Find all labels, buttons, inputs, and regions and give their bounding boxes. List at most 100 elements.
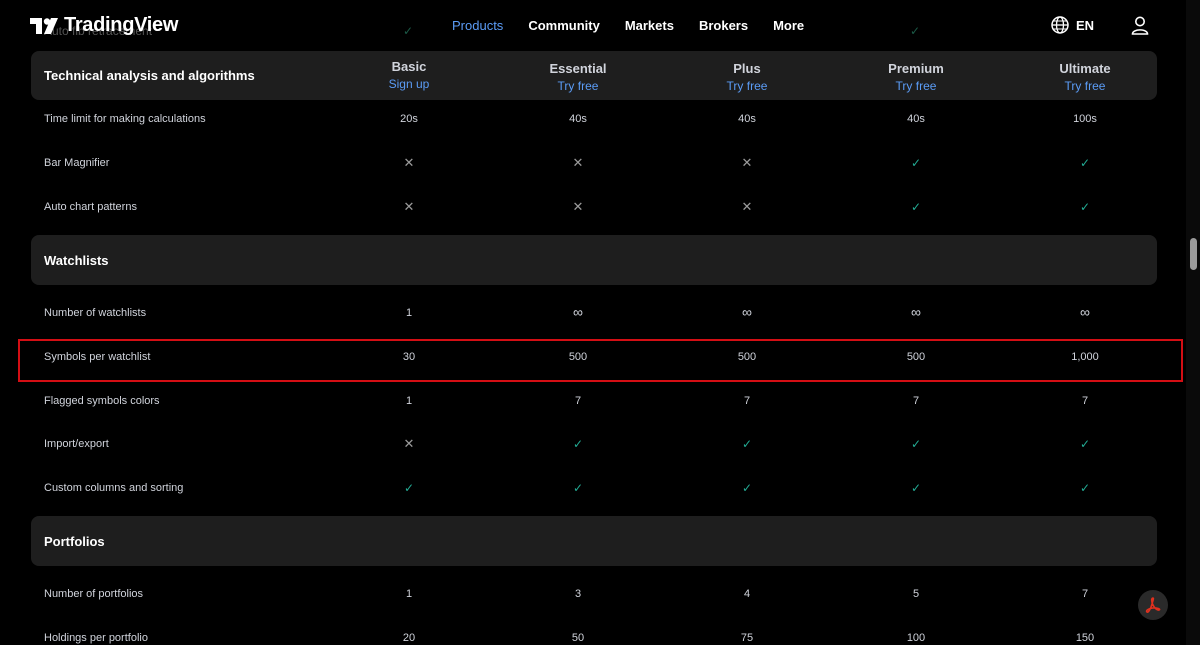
- cross-icon: ✕: [572, 155, 584, 170]
- obscured-check-icon: ✓: [910, 24, 921, 38]
- check-icon: ✓: [1079, 481, 1091, 495]
- pdf-button[interactable]: [1138, 590, 1168, 620]
- feature-value: 1: [405, 588, 413, 600]
- feature-value: 7: [1081, 395, 1089, 407]
- plan-name: Premium: [888, 61, 944, 76]
- check-icon: ✓: [403, 481, 415, 495]
- nav-markets[interactable]: Markets: [625, 18, 674, 33]
- check-icon: ✓: [572, 437, 584, 451]
- feature-row-flagged-symbols-colors: Flagged symbols colors 1 7 7 7 7: [31, 392, 1157, 412]
- feature-label: Bar Magnifier: [44, 157, 110, 169]
- feature-value: 40s: [738, 113, 756, 125]
- nav-community[interactable]: Community: [528, 18, 600, 33]
- try-free-link[interactable]: Try free: [856, 79, 976, 93]
- nav-brokers[interactable]: Brokers: [699, 18, 748, 33]
- plan-ultimate: Ultimate Try free: [1025, 61, 1145, 93]
- feature-value: 7: [1081, 588, 1089, 600]
- feature-label: Flagged symbols colors: [44, 395, 160, 407]
- section-header-technical: Technical analysis and algorithms Basic …: [31, 51, 1157, 100]
- nav-more[interactable]: More: [773, 18, 804, 33]
- check-icon: ✓: [572, 481, 584, 495]
- feature-label: Number of portfolios: [44, 588, 144, 600]
- feature-row-time-limit: Time limit for making calculations 20s 4…: [31, 110, 1157, 130]
- feature-value: 20: [402, 632, 416, 644]
- pdf-icon: [1145, 597, 1161, 613]
- globe-icon: [1051, 16, 1069, 34]
- feature-label: Custom columns and sorting: [44, 482, 184, 494]
- feature-row-bar-magnifier: Bar Magnifier ✕ ✕ ✕ ✓ ✓: [31, 154, 1157, 174]
- cross-icon: ✕: [741, 199, 753, 214]
- plan-basic: Basic Sign up: [349, 59, 469, 91]
- check-icon: ✓: [910, 437, 922, 451]
- feature-value: 4: [743, 588, 751, 600]
- user-icon[interactable]: [1130, 15, 1150, 35]
- plan-essential: Essential Try free: [518, 61, 638, 93]
- check-icon: ✓: [741, 481, 753, 495]
- feature-label: Time limit for making calculations: [44, 113, 206, 125]
- feature-value: 75: [740, 632, 754, 644]
- tradingview-logo[interactable]: TradingView: [30, 14, 178, 37]
- section-header-portfolios: Portfolios: [31, 516, 1157, 566]
- feature-row-number-of-portfolios: Number of portfolios 1 3 4 5 7: [31, 585, 1157, 605]
- obscured-check-icon: ✓: [403, 24, 414, 38]
- sign-up-link[interactable]: Sign up: [349, 77, 469, 91]
- nav-products[interactable]: Products: [452, 18, 503, 33]
- plan-name: Ultimate: [1059, 61, 1111, 76]
- plan-plus: Plus Try free: [687, 61, 807, 93]
- plan-premium: Premium Try free: [856, 61, 976, 93]
- feature-value: 7: [574, 395, 582, 407]
- top-navigation: Auto fib retracement ✓ ✓ TradingView Pro…: [0, 0, 1186, 52]
- section-title: Portfolios: [44, 534, 105, 549]
- main-menu: Products Community Markets Brokers More: [452, 18, 829, 33]
- plan-name: Essential: [549, 61, 607, 76]
- feature-value: 3: [574, 588, 582, 600]
- language-selector[interactable]: EN: [1050, 15, 1094, 35]
- try-free-link[interactable]: Try free: [518, 79, 638, 93]
- check-icon: ✓: [1079, 200, 1091, 214]
- infinity-icon: ∞: [1080, 304, 1090, 320]
- check-icon: ✓: [910, 156, 922, 170]
- feature-label: Auto chart patterns: [44, 201, 137, 213]
- check-icon: ✓: [1079, 156, 1091, 170]
- feature-value: 7: [743, 395, 751, 407]
- feature-row-auto-chart-patterns: Auto chart patterns ✕ ✕ ✕ ✓ ✓: [31, 198, 1157, 218]
- tradingview-logo-icon: [30, 17, 58, 34]
- feature-value: 40s: [907, 113, 925, 125]
- feature-label: Import/export: [44, 438, 109, 450]
- feature-row-holdings-per-portfolio: Holdings per portfolio 20 50 75 100 150: [31, 629, 1157, 645]
- try-free-link[interactable]: Try free: [1025, 79, 1145, 93]
- feature-value: 100s: [1073, 113, 1097, 125]
- feature-value: 1: [405, 307, 413, 319]
- infinity-icon: ∞: [742, 304, 752, 320]
- check-icon: ✓: [910, 200, 922, 214]
- feature-value: 50: [571, 632, 585, 644]
- scrollbar-thumb[interactable]: [1190, 238, 1197, 270]
- try-free-link[interactable]: Try free: [687, 79, 807, 93]
- feature-value: 20s: [400, 113, 418, 125]
- check-icon: ✓: [741, 437, 753, 451]
- feature-value: 5: [912, 588, 920, 600]
- infinity-icon: ∞: [573, 304, 583, 320]
- feature-label: Number of watchlists: [44, 307, 147, 319]
- highlight-box: [18, 339, 1183, 382]
- feature-value: 150: [1075, 632, 1095, 644]
- plan-name: Basic: [391, 59, 427, 74]
- plan-name: Plus: [733, 61, 761, 76]
- scrollbar[interactable]: [1186, 0, 1200, 645]
- logo-text: TradingView: [64, 14, 179, 36]
- feature-value: 100: [906, 632, 926, 644]
- section-header-watchlists: Watchlists: [31, 235, 1157, 285]
- cross-icon: ✕: [403, 199, 415, 214]
- cross-icon: ✕: [403, 155, 415, 170]
- infinity-icon: ∞: [911, 304, 921, 320]
- feature-value: 7: [912, 395, 920, 407]
- section-title: Watchlists: [44, 253, 109, 268]
- check-icon: ✓: [1079, 437, 1091, 451]
- cross-icon: ✕: [741, 155, 753, 170]
- cross-icon: ✕: [572, 199, 584, 214]
- cross-icon: ✕: [403, 436, 415, 451]
- feature-label: Holdings per portfolio: [44, 632, 148, 644]
- language-label: EN: [1075, 17, 1094, 33]
- feature-row-number-of-watchlists: Number of watchlists 1 ∞ ∞ ∞ ∞: [31, 304, 1157, 324]
- check-icon: ✓: [910, 481, 922, 495]
